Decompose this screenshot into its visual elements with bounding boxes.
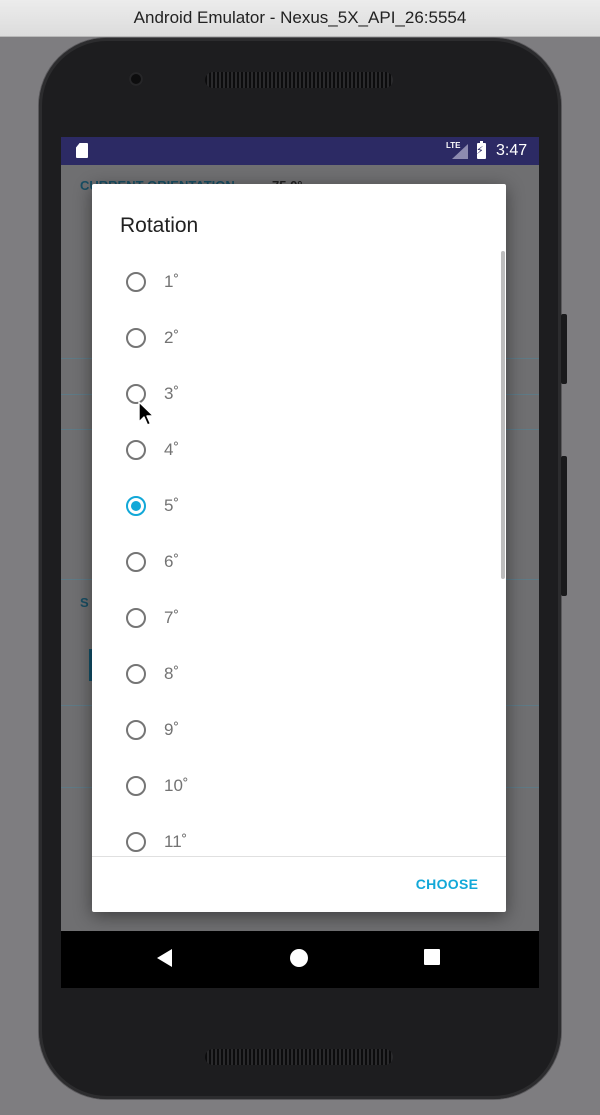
radio-button[interactable] bbox=[126, 328, 146, 348]
dialog-divider bbox=[92, 856, 506, 857]
home-icon[interactable] bbox=[290, 949, 308, 967]
battery-charging-icon bbox=[476, 141, 486, 159]
option-label: 6˚ bbox=[164, 552, 180, 571]
rotation-option[interactable]: 11˚ bbox=[92, 816, 506, 856]
rotation-option[interactable]: 4˚ bbox=[92, 424, 506, 480]
radio-button[interactable] bbox=[126, 272, 146, 292]
option-label: 11˚ bbox=[164, 832, 188, 851]
list-scrollbar[interactable] bbox=[501, 251, 505, 579]
navigation-bar bbox=[61, 931, 539, 988]
back-icon[interactable] bbox=[157, 949, 172, 967]
option-label: 3˚ bbox=[164, 384, 180, 403]
option-label: 9˚ bbox=[164, 720, 180, 739]
option-label: 8˚ bbox=[164, 664, 180, 683]
option-label: 4˚ bbox=[164, 440, 180, 459]
bottom-speaker bbox=[205, 1049, 393, 1065]
sd-card-icon bbox=[76, 143, 88, 158]
rotation-option-selected[interactable]: 5˚ bbox=[92, 480, 506, 536]
radio-button[interactable] bbox=[126, 608, 146, 628]
option-label: 7˚ bbox=[164, 608, 180, 627]
radio-button[interactable] bbox=[126, 776, 146, 796]
rotation-dialog: Rotation 1˚ 2˚ 3˚ 4˚ 5˚ 6˚ 7˚ 8˚ 9˚ 10˚ … bbox=[92, 184, 506, 912]
radio-button[interactable] bbox=[126, 552, 146, 572]
rotation-option[interactable]: 8˚ bbox=[92, 648, 506, 704]
power-button[interactable] bbox=[561, 314, 567, 384]
background-section-label: S bbox=[80, 595, 89, 610]
radio-button-checked[interactable] bbox=[126, 496, 146, 516]
rotation-option[interactable]: 2˚ bbox=[92, 312, 506, 368]
rotation-option[interactable]: 9˚ bbox=[92, 704, 506, 760]
network-type: LTE bbox=[446, 141, 461, 150]
radio-button[interactable] bbox=[126, 664, 146, 684]
status-clock: 3:47 bbox=[496, 142, 528, 159]
rotation-option[interactable]: 1˚ bbox=[92, 256, 506, 312]
rotation-options-list[interactable]: 1˚ 2˚ 3˚ 4˚ 5˚ 6˚ 7˚ 8˚ 9˚ 10˚ 11˚ bbox=[92, 256, 506, 856]
volume-button[interactable] bbox=[561, 456, 567, 596]
option-label: 10˚ bbox=[164, 776, 189, 795]
option-label: 1˚ bbox=[164, 272, 180, 291]
option-label: 2˚ bbox=[164, 328, 180, 347]
mouse-cursor-icon bbox=[138, 401, 155, 426]
radio-button[interactable] bbox=[126, 720, 146, 740]
option-label: 5˚ bbox=[164, 496, 180, 515]
radio-button[interactable] bbox=[126, 832, 146, 852]
status-bar: LTE 3:47 bbox=[61, 137, 539, 165]
emulator-window-title: Android Emulator - Nexus_5X_API_26:5554 bbox=[0, 0, 600, 37]
front-camera bbox=[129, 72, 143, 86]
top-speaker bbox=[205, 72, 393, 88]
choose-button[interactable]: CHOOSE bbox=[402, 872, 492, 908]
dialog-title: Rotation bbox=[120, 214, 199, 237]
rotation-option[interactable]: 7˚ bbox=[92, 592, 506, 648]
rotation-option[interactable]: 6˚ bbox=[92, 536, 506, 592]
rotation-option[interactable]: 10˚ bbox=[92, 760, 506, 816]
radio-button[interactable] bbox=[126, 440, 146, 460]
recent-apps-icon[interactable] bbox=[424, 949, 440, 965]
